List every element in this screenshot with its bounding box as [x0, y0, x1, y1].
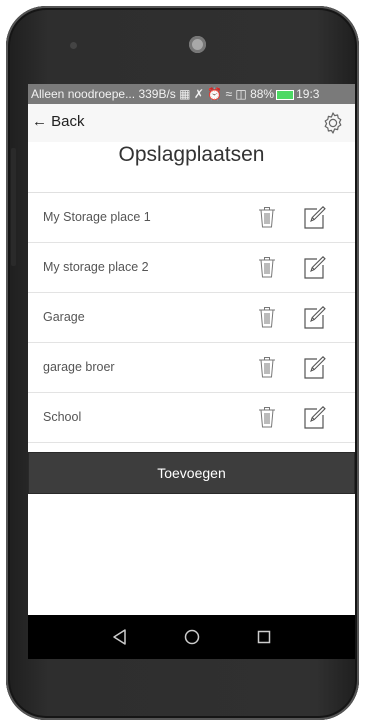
status-time: 19:3	[296, 87, 320, 101]
gear-icon[interactable]	[321, 111, 345, 135]
storage-list: My Storage place 1 My storage place 2 Ga…	[28, 193, 355, 443]
edit-icon[interactable]	[304, 305, 326, 329]
circle-home-icon[interactable]	[180, 625, 204, 649]
trash-icon[interactable]	[258, 306, 276, 328]
list-item: My Storage place 1	[28, 193, 355, 243]
top-navbar: ← Back	[28, 104, 355, 142]
trash-icon[interactable]	[258, 206, 276, 228]
status-carrier: Alleen noodroepe...	[31, 87, 136, 101]
edit-icon[interactable]	[304, 355, 326, 379]
status-battery: 88%	[250, 87, 275, 101]
battery-icon	[276, 89, 295, 100]
list-item: garage broer	[28, 343, 355, 393]
trash-icon[interactable]	[258, 356, 276, 378]
system-nav-bar	[28, 615, 355, 659]
volume-button	[11, 148, 16, 266]
edit-icon[interactable]	[304, 405, 326, 429]
sensor-dot	[70, 42, 77, 49]
front-camera	[189, 36, 206, 53]
storage-name[interactable]: garage broer	[43, 343, 115, 392]
status-icons: ▦ ✗ ⏰ ≈ ◫	[179, 87, 247, 101]
trash-icon[interactable]	[258, 406, 276, 428]
edit-icon[interactable]	[304, 205, 326, 229]
app-screen: Alleen noodroepe... 339B/s ▦ ✗ ⏰ ≈ ◫ 88%…	[28, 84, 355, 659]
status-bar: Alleen noodroepe... 339B/s ▦ ✗ ⏰ ≈ ◫ 88%…	[28, 84, 355, 104]
status-speed: 339B/s	[138, 87, 176, 101]
triangle-back-icon[interactable]	[108, 625, 132, 649]
list-item: Garage	[28, 293, 355, 343]
list-item: My storage place 2	[28, 243, 355, 293]
storage-name[interactable]: My storage place 2	[43, 243, 149, 292]
page-title: Opslagplaatsen	[118, 143, 265, 166]
storage-name[interactable]: Garage	[43, 293, 85, 342]
square-recents-icon[interactable]	[252, 625, 276, 649]
storage-name[interactable]: School	[43, 393, 81, 442]
edit-icon[interactable]	[304, 255, 326, 279]
trash-icon[interactable]	[258, 256, 276, 278]
back-button[interactable]: ← Back	[32, 113, 85, 130]
list-item: School	[28, 393, 355, 443]
add-button[interactable]: Toevoegen	[28, 452, 355, 494]
storage-name[interactable]: My Storage place 1	[43, 193, 151, 242]
